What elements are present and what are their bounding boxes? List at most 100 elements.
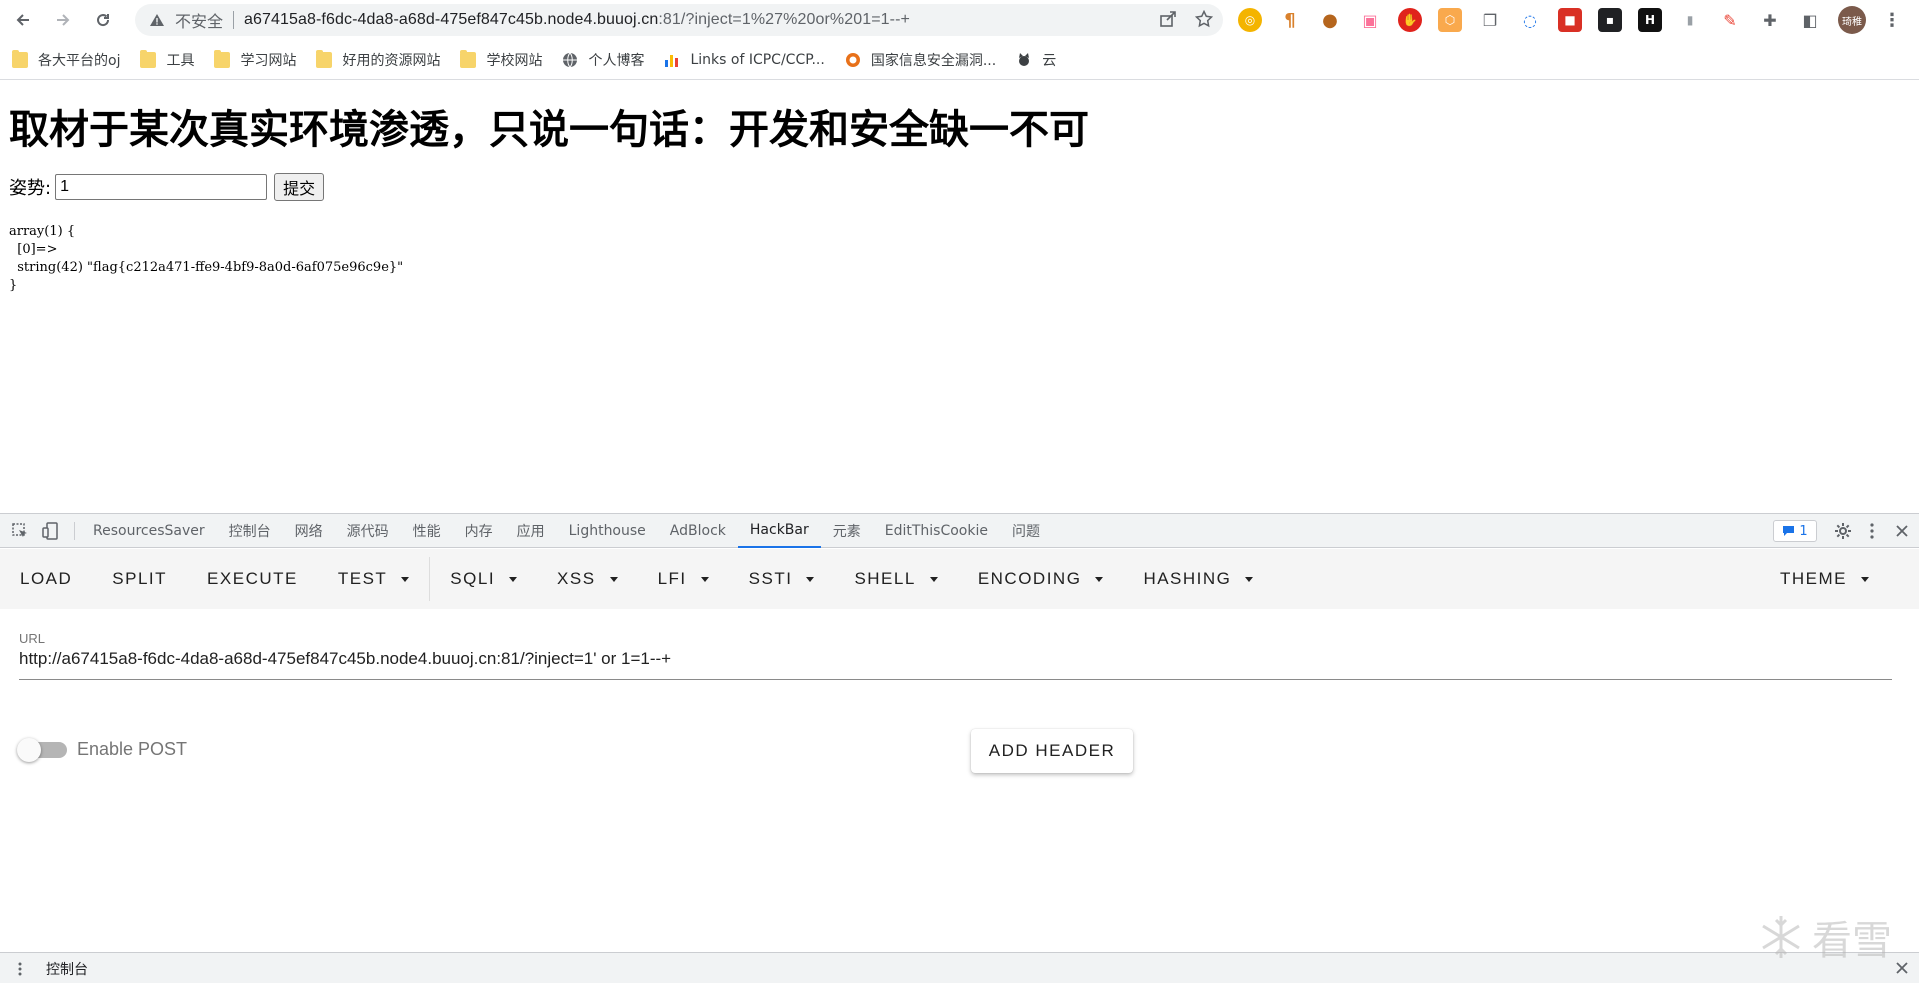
test-menu-button[interactable]: TEST — [318, 549, 429, 609]
globe-icon — [563, 52, 578, 67]
extension-hackbar-icon[interactable]: ■ — [1558, 8, 1582, 32]
side-panel-icon[interactable]: ◧ — [1798, 8, 1822, 32]
url-field[interactable]: http://a67415a8-f6dc-4da8-a68d-475ef847c… — [19, 649, 1892, 673]
device-toolbar-icon[interactable] — [40, 521, 60, 541]
execute-button[interactable]: EXECUTE — [187, 549, 318, 609]
ssti-menu-button[interactable]: SSTI — [729, 549, 835, 609]
button-label: HASHING — [1143, 569, 1232, 588]
tab-issues[interactable]: 问题 — [1000, 514, 1052, 548]
address-bar[interactable]: 不安全 a67415a8-f6dc-4da8-a68d-475ef847c45b… — [135, 4, 1223, 36]
bookmark-item[interactable]: 工具 — [140, 49, 195, 70]
tab-resourcessaver[interactable]: ResourcesSaver — [81, 514, 217, 548]
bookmark-item[interactable]: 国家信息安全漏洞... — [845, 50, 996, 70]
theme-menu-button[interactable]: THEME — [1760, 549, 1889, 609]
console-drawer: 控制台 — [0, 952, 1919, 983]
toggle-track[interactable] — [17, 737, 67, 762]
dropdown-caret-icon — [609, 576, 618, 582]
message-icon — [1783, 526, 1795, 536]
inject-input[interactable] — [55, 174, 268, 200]
reload-button[interactable] — [86, 3, 120, 37]
extension-dark-icon[interactable]: ▪ — [1598, 8, 1622, 32]
add-header-button[interactable]: ADD HEADER — [971, 729, 1133, 773]
puzzle-icon[interactable]: ✚ — [1758, 8, 1782, 32]
bookmark-item[interactable]: 各大平台的oj — [12, 49, 120, 70]
more-options-icon[interactable] — [1869, 522, 1875, 540]
omnibox-divider — [233, 11, 235, 29]
submit-button[interactable]: 提交 — [274, 173, 325, 201]
settings-gear-icon[interactable] — [1833, 521, 1853, 541]
browser-window: 不安全 a67415a8-f6dc-4da8-a68d-475ef847c45b… — [0, 0, 1919, 983]
tab-adblock[interactable]: AdBlock — [658, 514, 738, 548]
watermark-text: 看雪 — [1812, 918, 1892, 964]
extension-pilcrow-icon[interactable]: ¶ — [1278, 8, 1302, 32]
bookmark-star-icon[interactable] — [1195, 10, 1213, 28]
extension-h-icon[interactable]: H — [1638, 8, 1662, 32]
button-label: SHELL — [854, 569, 916, 588]
bookmark-label: 云 — [1042, 52, 1057, 69]
url-field-underline — [19, 679, 1892, 680]
issues-badge[interactable]: 1 — [1773, 520, 1817, 542]
extension-adblock-icon[interactable]: ✋ — [1398, 8, 1422, 32]
tab-console[interactable]: 控制台 — [217, 514, 283, 548]
drawer-menu-icon[interactable] — [12, 961, 28, 977]
site-icon — [845, 52, 860, 67]
tab-application[interactable]: 应用 — [505, 514, 557, 548]
load-button[interactable]: LOAD — [0, 549, 92, 609]
tab-editthiscookie[interactable]: EditThisCookie — [873, 514, 1000, 548]
toggle-knob[interactable] — [17, 737, 41, 762]
bookmarks-bar: 各大平台的oj 工具 学习网站 好用的资源网站 学校网站 个人博客 Links … — [0, 40, 1919, 80]
inspect-element-icon[interactable] — [10, 521, 30, 541]
tab-memory[interactable]: 内存 — [453, 514, 505, 548]
tab-sources[interactable]: 源代码 — [335, 514, 401, 548]
hashing-menu-button[interactable]: HASHING — [1123, 549, 1273, 609]
button-label: ENCODING — [977, 569, 1082, 588]
snowflake-logo-icon — [1762, 916, 1800, 958]
tab-lighthouse[interactable]: Lighthouse — [557, 514, 658, 548]
extension-copy-icon[interactable]: ❐ — [1478, 8, 1502, 32]
back-button[interactable] — [6, 3, 40, 37]
close-devtools-icon[interactable] — [1895, 524, 1909, 538]
bookmark-item[interactable]: 学习网站 — [214, 49, 296, 70]
url-host: a67415a8-f6dc-4da8-a68d-475ef847c45b.nod… — [244, 11, 659, 28]
bookmark-item[interactable]: Links of ICPC/CCP... — [664, 52, 825, 68]
close-drawer-icon[interactable] — [1895, 961, 1909, 975]
extension-color-icon[interactable]: ✎ — [1718, 8, 1742, 32]
dropdown-caret-icon — [700, 576, 709, 582]
share-icon[interactable] — [1159, 10, 1177, 28]
extension-bars-icon[interactable]: ▮ — [1678, 8, 1702, 32]
bookmark-item[interactable]: 好用的资源网站 — [316, 49, 440, 70]
encoding-menu-button[interactable]: ENCODING — [958, 549, 1124, 609]
tab-network[interactable]: 网络 — [283, 514, 335, 548]
button-label: SQLI — [450, 569, 496, 588]
url-path: :81/?inject=1%27%20or%201=1--+ — [658, 11, 910, 28]
dropdown-caret-icon — [1245, 576, 1254, 582]
sqli-menu-button[interactable]: SQLI — [430, 549, 537, 609]
enable-post-toggle[interactable]: Enable POST — [17, 737, 187, 762]
extension-hex-icon[interactable]: ⬡ — [1438, 8, 1462, 32]
extension-coin-icon[interactable]: ◎ — [1238, 8, 1262, 32]
bookmark-item[interactable]: 学校网站 — [460, 49, 542, 70]
lfi-menu-button[interactable]: LFI — [638, 549, 729, 609]
avatar[interactable]: 琦稚 — [1838, 6, 1866, 34]
tab-elements[interactable]: 元素 — [821, 514, 873, 548]
inject-form: 姿势: 提交 — [9, 173, 325, 201]
extension-ring-icon[interactable]: ◌ — [1518, 8, 1542, 32]
drawer-tab-console[interactable]: 控制台 — [46, 959, 88, 979]
shell-menu-button[interactable]: SHELL — [834, 549, 957, 609]
xss-menu-button[interactable]: XSS — [537, 549, 638, 609]
bookmark-item[interactable]: 云 — [1016, 50, 1056, 70]
split-button[interactable]: SPLIT — [92, 549, 187, 609]
dropdown-caret-icon — [401, 576, 410, 582]
tab-hackbar[interactable]: HackBar — [737, 514, 821, 548]
forward-button[interactable] — [46, 3, 80, 37]
extension-cookie-icon[interactable]: ● — [1318, 8, 1342, 32]
tab-performance[interactable]: 性能 — [401, 514, 453, 548]
extension-bilibili-icon[interactable]: ▣ — [1358, 8, 1382, 32]
reload-icon — [97, 14, 110, 27]
page-content: 取材于某次真实环境渗透，只说一句话：开发和安全缺一不可 姿势: 提交 array… — [0, 81, 1919, 513]
menu-kebab-icon[interactable]: ⋮ — [1880, 8, 1904, 32]
forward-arrow-icon — [57, 14, 70, 26]
bookmark-label: 工具 — [166, 52, 195, 69]
button-label: XSS — [557, 569, 596, 588]
bookmark-item[interactable]: 个人博客 — [562, 50, 644, 70]
